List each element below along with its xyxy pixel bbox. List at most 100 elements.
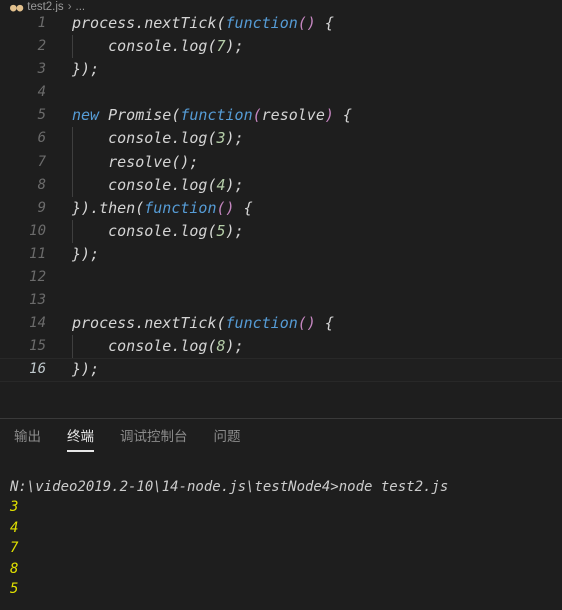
code-token: ) bbox=[81, 244, 91, 263]
code-token: ( bbox=[207, 129, 217, 148]
code-token: ) bbox=[225, 37, 235, 56]
code-token: 3 bbox=[216, 129, 226, 148]
code-line[interactable]: 2 console.log(7); bbox=[0, 35, 562, 59]
breadcrumb-symbol[interactable]: ... bbox=[76, 1, 86, 12]
code-text[interactable]: console.log(3); bbox=[46, 127, 244, 151]
code-token: { bbox=[333, 106, 352, 125]
code-token: ; bbox=[189, 152, 199, 171]
line-number: 16 bbox=[29, 361, 46, 378]
code-token: } bbox=[72, 198, 82, 217]
line-number: 14 bbox=[29, 315, 46, 332]
code-line[interactable]: 6 console.log(3); bbox=[0, 127, 562, 151]
code-text[interactable]: }); bbox=[46, 359, 99, 380]
code-text[interactable]: process.nextTick(function() { bbox=[46, 312, 334, 335]
terminal-output-line: 4 bbox=[10, 519, 19, 536]
code-token: 7 bbox=[216, 37, 226, 56]
code-token: ) bbox=[324, 106, 334, 125]
js-file-icon: ●● bbox=[10, 1, 24, 12]
code-token: { bbox=[315, 314, 334, 333]
terminal-output-line: 3 bbox=[10, 499, 19, 516]
line-number: 10 bbox=[29, 222, 46, 239]
code-line[interactable]: 11}); bbox=[0, 243, 562, 266]
code-token: () bbox=[297, 314, 316, 333]
breadcrumb-file-name[interactable]: test2.js bbox=[27, 1, 63, 12]
code-token: { bbox=[234, 198, 253, 217]
code-token: function bbox=[144, 198, 217, 217]
code-token: ; bbox=[234, 337, 244, 356]
code-token: ( bbox=[207, 221, 217, 240]
code-token: function bbox=[180, 106, 253, 125]
line-number: 5 bbox=[37, 107, 46, 124]
code-token: ) bbox=[81, 360, 91, 379]
breadcrumb-separator-icon: › bbox=[67, 1, 72, 12]
code-line[interactable]: 13 bbox=[0, 289, 562, 312]
line-number: 1 bbox=[37, 15, 46, 31]
code-token: 5 bbox=[216, 221, 226, 240]
terminal-output-line: 8 bbox=[10, 560, 19, 577]
line-number: 12 bbox=[29, 269, 46, 286]
code-line[interactable]: 16}); bbox=[0, 358, 562, 382]
code-token: 8 bbox=[216, 337, 226, 356]
code-line[interactable]: 5 new Promise(function(resolve) { bbox=[0, 104, 562, 127]
panel-tab-1[interactable]: 终端 bbox=[67, 425, 94, 452]
code-token: function bbox=[225, 14, 298, 32]
bottom-panel: 输出 终端 调试控制台 问题 N:\video2019.2-10\14-node.js… bbox=[0, 419, 562, 610]
code-token: console.log bbox=[72, 175, 208, 194]
code-token: ) bbox=[225, 175, 235, 194]
code-token: console.log bbox=[72, 337, 208, 356]
line-number: 11 bbox=[29, 245, 46, 262]
code-text[interactable]: process.nextTick(function() { bbox=[46, 12, 334, 35]
code-token: ( bbox=[207, 337, 217, 356]
code-line[interactable]: 14 process.nextTick(function() { bbox=[0, 312, 562, 335]
code-line[interactable]: 9}).then(function() { bbox=[0, 197, 562, 220]
code-text[interactable]: }); bbox=[46, 243, 99, 266]
code-token: ( bbox=[207, 175, 217, 194]
code-text[interactable]: console.log(7); bbox=[46, 35, 244, 59]
code-token: resolve bbox=[261, 106, 325, 125]
code-token: console.log bbox=[72, 37, 208, 56]
code-token: ; bbox=[234, 37, 244, 56]
code-token: ) bbox=[225, 337, 235, 356]
code-text[interactable]: console.log(5); bbox=[46, 219, 244, 244]
breadcrumb[interactable]: ●● test2.js › ... bbox=[0, 0, 562, 12]
code-text[interactable]: new Promise(function(resolve) { bbox=[46, 104, 352, 127]
code-text[interactable]: console.log(8); bbox=[46, 335, 244, 359]
code-token: { bbox=[315, 14, 334, 32]
code-token: console.log bbox=[72, 221, 208, 240]
code-token: process.nextTick bbox=[72, 14, 217, 32]
line-number: 7 bbox=[37, 153, 46, 170]
code-token: ; bbox=[234, 129, 244, 148]
code-token: console.log bbox=[72, 129, 208, 148]
code-text[interactable]: console.log(4); bbox=[46, 173, 244, 197]
code-text[interactable]: resolve(); bbox=[46, 150, 199, 174]
panel-tab-0[interactable]: 输出 bbox=[14, 425, 41, 450]
code-line[interactable]: 8 console.log(4); bbox=[0, 173, 562, 197]
code-token: ( bbox=[216, 14, 226, 32]
code-token: process.nextTick bbox=[72, 314, 217, 333]
code-line[interactable]: 10 console.log(5); bbox=[0, 219, 562, 244]
code-token: ( bbox=[216, 314, 226, 333]
terminal-output-line: 5 bbox=[10, 581, 19, 598]
code-line[interactable]: 15 console.log(8); bbox=[0, 335, 562, 359]
line-number: 3 bbox=[37, 61, 46, 78]
code-text[interactable]: }).then(function() { bbox=[46, 197, 253, 220]
code-editor[interactable]: 1 process.nextTick(function() {2 console.… bbox=[0, 12, 562, 418]
code-line[interactable]: 4 bbox=[0, 81, 562, 104]
panel-tab-bar: 输出 终端 调试控制台 问题 bbox=[0, 419, 562, 455]
code-token: ; bbox=[90, 60, 100, 79]
code-token: 4 bbox=[216, 175, 226, 194]
panel-tab-3[interactable]: 问题 bbox=[214, 425, 241, 450]
code-token: () bbox=[297, 14, 316, 32]
code-token: new bbox=[72, 106, 100, 125]
code-token: .then bbox=[90, 198, 136, 217]
panel-tab-2[interactable]: 调试控制台 bbox=[120, 425, 188, 450]
code-line[interactable]: 12 bbox=[0, 266, 562, 289]
code-line[interactable]: 3}); bbox=[0, 58, 562, 81]
line-number: 9 bbox=[37, 199, 46, 216]
line-number: 4 bbox=[37, 84, 46, 101]
code-text[interactable]: }); bbox=[46, 58, 99, 81]
terminal-output[interactable]: N:\video2019.2-10\14-node.js\testNode4>n… bbox=[0, 455, 562, 599]
code-token: Promise bbox=[99, 106, 172, 125]
code-line[interactable]: 1 process.nextTick(function() { bbox=[0, 12, 562, 35]
code-line[interactable]: 7 resolve(); bbox=[0, 150, 562, 174]
